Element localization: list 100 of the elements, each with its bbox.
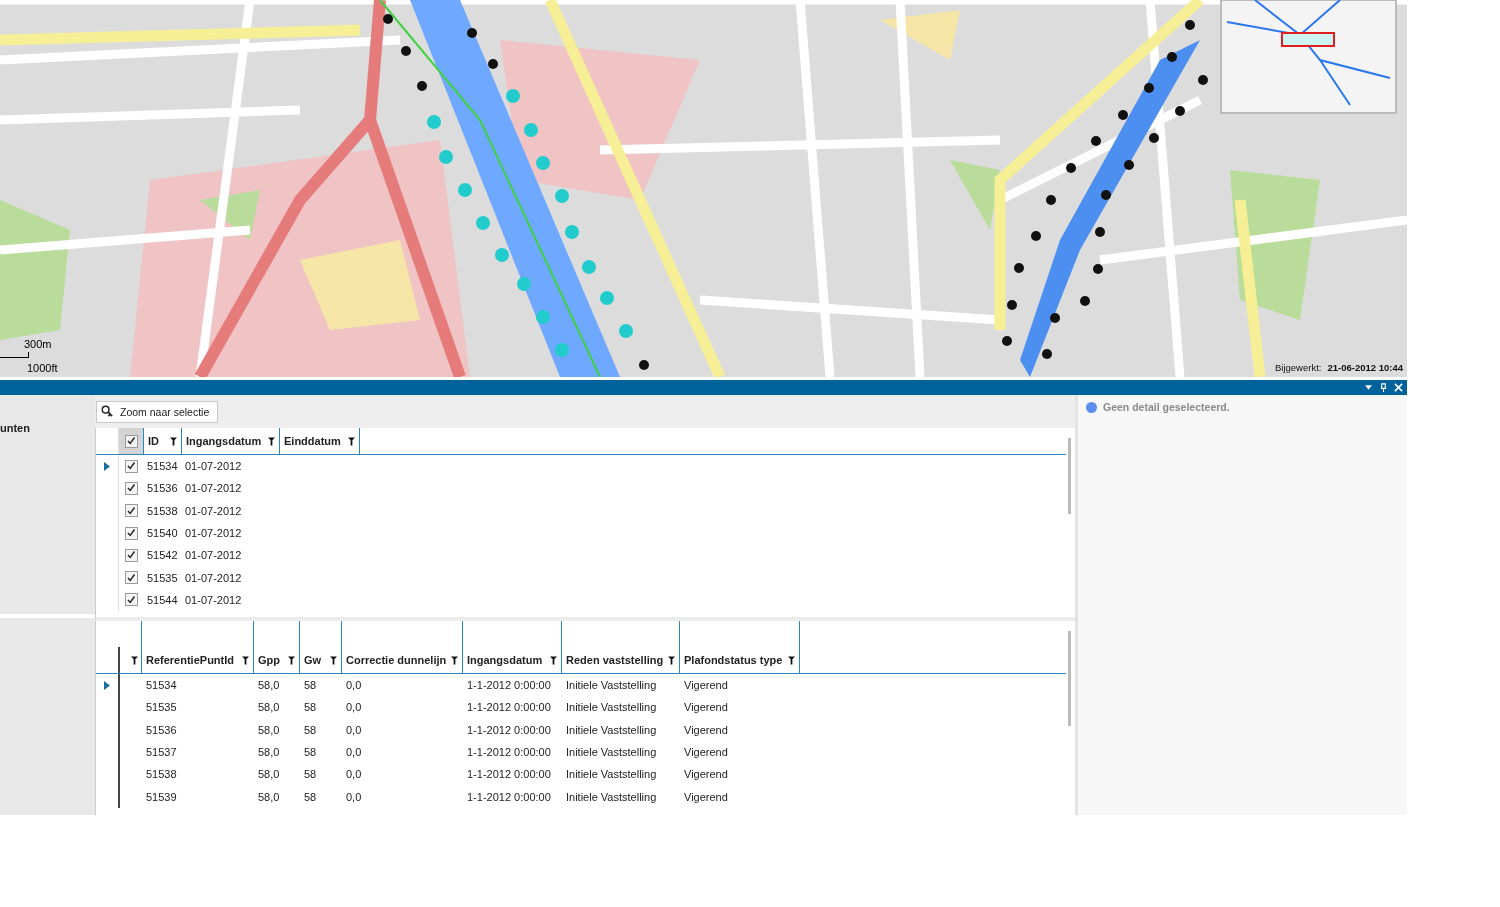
checkbox[interactable] — [124, 593, 138, 607]
column-title: Gw — [304, 654, 322, 666]
table-cell-text: 1-1-2012 0:00:00 — [466, 768, 552, 781]
table-cell-text: Initiele Vaststelling — [565, 679, 658, 692]
filter-icon[interactable] — [451, 655, 458, 665]
table-cell-text: 51535 — [146, 571, 179, 584]
table-cell-text: Initiele Vaststelling — [565, 723, 658, 736]
column-header[interactable]: Einddatum — [280, 428, 360, 454]
table-cell-text: Vigerend — [683, 790, 729, 803]
column-header[interactable]: Plafondstatus type — [680, 647, 800, 673]
table-cell-text: 58 — [303, 701, 318, 714]
table-cell-text: 0,0 — [345, 679, 363, 692]
table-cell-text: Vigerend — [683, 701, 729, 714]
column-title: Correctie dunnelijn — [346, 654, 447, 666]
column-header[interactable]: Correctie dunnelijn — [342, 647, 463, 673]
column-header[interactable]: Gw — [300, 647, 342, 673]
table-cell-text: Vigerend — [683, 723, 729, 736]
panel-title: unten — [0, 422, 30, 434]
filter-icon[interactable] — [131, 655, 138, 665]
table-cell-text: 58,0 — [257, 679, 281, 692]
updated-time: 21-06-2012 10:44 — [1327, 362, 1403, 373]
filter-icon[interactable] — [788, 655, 795, 665]
checkbox[interactable] — [124, 481, 138, 495]
filter-icon[interactable] — [288, 655, 295, 665]
filter-icon[interactable] — [330, 655, 337, 665]
table-cell-text: 1-1-2012 0:00:00 — [466, 679, 552, 692]
current-row-icon — [104, 680, 110, 690]
table-cell-text: 51538 — [146, 504, 179, 517]
table-cell-text: 51534 — [145, 679, 178, 692]
table-cell-text: 51536 — [146, 482, 179, 495]
checkbox[interactable] — [124, 459, 138, 473]
table-cell-text: 1-1-2012 0:00:00 — [466, 723, 552, 736]
scale-bar — [0, 352, 29, 358]
table-cell-text: 51538 — [145, 768, 178, 781]
table-cell-text: 0,0 — [345, 746, 363, 759]
table-cell-text: Vigerend — [683, 746, 729, 759]
table-cell-text: 58 — [303, 768, 318, 781]
table-cell-text: 01-07-2012 — [184, 504, 243, 517]
filter-icon[interactable] — [550, 655, 557, 665]
column-header[interactable]: ReferentiePuntId — [142, 647, 254, 673]
table-cell-text: 51535 — [145, 701, 178, 714]
table-cell-text: 51542 — [146, 549, 179, 562]
filter-icon[interactable] — [170, 436, 177, 446]
table-cell-text: Initiele Vaststelling — [565, 768, 658, 781]
table-cell-text: Vigerend — [683, 679, 729, 692]
table-cell-text: 58,0 — [257, 701, 281, 714]
filter-icon[interactable] — [242, 655, 249, 665]
table-cell-text: 01-07-2012 — [184, 482, 243, 495]
column-title: Reden vaststelling — [566, 654, 664, 666]
table-cell-text: 01-07-2012 — [184, 571, 243, 584]
table-cell-text: 58 — [303, 723, 318, 736]
current-row-icon — [104, 461, 110, 471]
checkbox[interactable] — [124, 571, 138, 585]
table-cell-text: 0,0 — [345, 790, 363, 803]
table-cell-text: Initiele Vaststelling — [565, 701, 658, 714]
table-cell-text: 58,0 — [257, 790, 281, 803]
table-cell-text: 01-07-2012 — [184, 549, 243, 562]
table-cell-text: 51537 — [145, 746, 178, 759]
column-header[interactable]: Reden vaststelling — [562, 647, 680, 673]
table-cell-text: 51534 — [146, 460, 179, 473]
column-header[interactable]: Ingangsdatum — [463, 647, 562, 673]
checkbox[interactable] — [124, 504, 138, 518]
table-cell-text: 0,0 — [345, 768, 363, 781]
table-cell-text: 51540 — [146, 527, 179, 540]
table-cell-text: 58,0 — [257, 746, 281, 759]
column-header[interactable]: Ingangsdatum — [182, 428, 280, 454]
filter-icon[interactable] — [348, 436, 355, 446]
zoom-button[interactable]: Zoom naar selectie — [96, 400, 219, 423]
checkbox[interactable] — [124, 548, 138, 562]
table-cell-text: 58 — [303, 679, 318, 692]
table-cell-text: 1-1-2012 0:00:00 — [466, 701, 552, 714]
table-cell-text: 58 — [303, 746, 318, 759]
column-title: ReferentiePuntId — [146, 654, 234, 666]
column-title: ID — [148, 435, 159, 447]
pin-icon[interactable] — [1379, 383, 1388, 392]
checkbox[interactable] — [124, 434, 138, 448]
info-dot-icon — [1086, 401, 1097, 413]
column-title: Ingangsdatum — [467, 654, 543, 666]
column-header[interactable]: ID — [144, 428, 182, 454]
dropdown-icon[interactable] — [1364, 383, 1373, 392]
table-cell-text: 51544 — [146, 593, 179, 606]
table-cell-text: 58,0 — [257, 723, 281, 736]
checkbox[interactable] — [124, 526, 138, 540]
table-cell-text: 1-1-2012 0:00:00 — [466, 746, 552, 759]
table-cell-text: Vigerend — [683, 768, 729, 781]
table-cell-text: Initiele Vaststelling — [565, 746, 658, 759]
table-cell-text: 1-1-2012 0:00:00 — [466, 790, 552, 803]
column-title: Ingangsdatum — [186, 435, 262, 447]
updated-label: Bijgewerkt: — [1275, 362, 1322, 373]
table-cell-text: 51539 — [145, 790, 178, 803]
filter-icon[interactable] — [268, 436, 275, 446]
empty-message: Geen detail geselecteerd. — [1103, 401, 1230, 413]
table-cell-text: 01-07-2012 — [184, 593, 243, 606]
close-icon[interactable] — [1394, 383, 1403, 392]
zoom-icon — [101, 405, 114, 418]
filter-icon[interactable] — [668, 655, 675, 665]
table-cell-text: 58 — [303, 790, 318, 803]
table-cell-text: Initiele Vaststelling — [565, 790, 658, 803]
table-cell-text: 0,0 — [345, 701, 363, 714]
column-header[interactable]: Gpp — [254, 647, 300, 673]
